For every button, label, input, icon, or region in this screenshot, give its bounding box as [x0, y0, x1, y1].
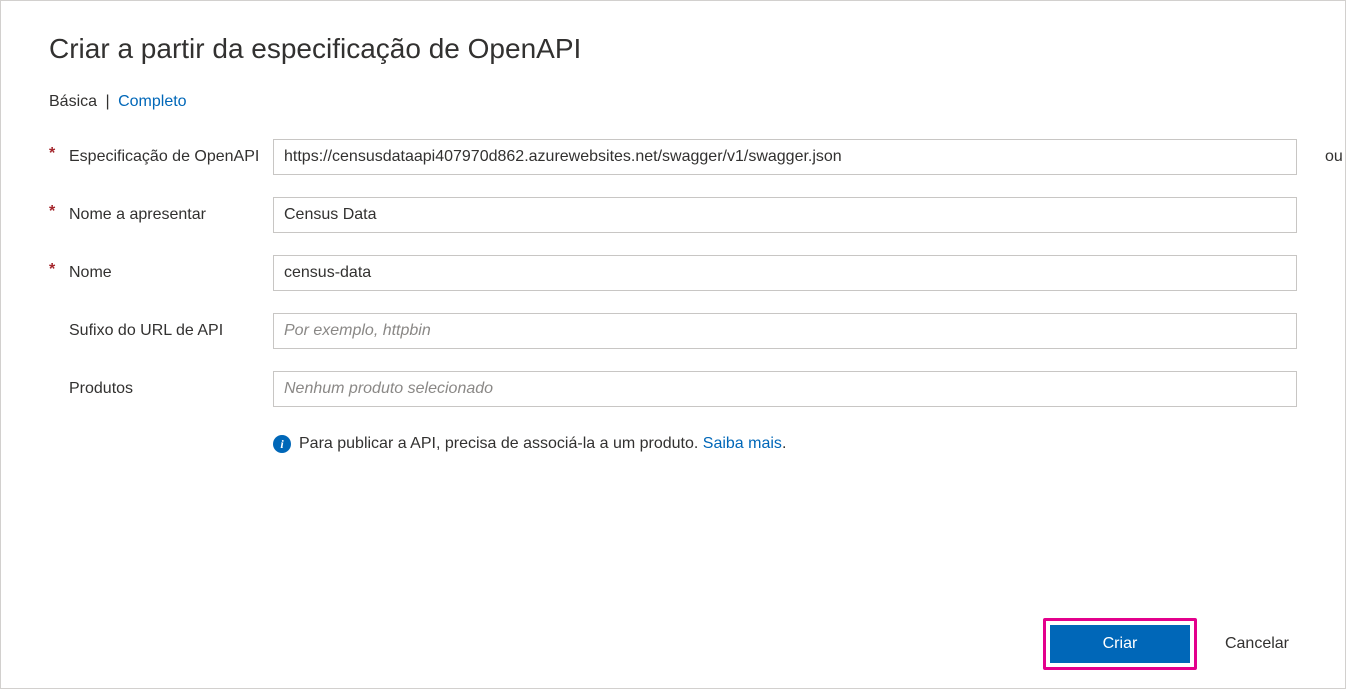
control-info: i Para publicar a API, precisa de associ… — [273, 429, 1297, 453]
row-info: i Para publicar a API, precisa de associ… — [49, 429, 1297, 453]
products-input[interactable] — [273, 371, 1297, 407]
label-name: * Nome — [49, 255, 273, 285]
create-api-dialog: Criar a partir da especificação de OpenA… — [0, 0, 1346, 689]
label-text-products: Produtos — [69, 377, 133, 401]
info-text: Para publicar a API, precisa de associá-… — [299, 435, 703, 452]
or-text: ou — [1325, 148, 1343, 166]
label-display-name: * Nome a apresentar — [49, 197, 273, 227]
row-name: * Nome — [49, 255, 1297, 291]
tab-basic[interactable]: Básica — [49, 93, 97, 110]
control-url-suffix — [273, 313, 1297, 349]
row-url-suffix: Sufixo do URL de API — [49, 313, 1297, 349]
label-products: Produtos — [49, 371, 273, 401]
label-text-url-suffix: Sufixo do URL de API — [69, 319, 223, 343]
openapi-spec-input[interactable] — [273, 139, 1297, 175]
required-marker: * — [49, 145, 69, 163]
create-button[interactable]: Criar — [1050, 625, 1190, 663]
label-info-spacer — [49, 429, 273, 435]
label-openapi-spec: * Especificação de OpenAPI — [49, 139, 273, 169]
info-link[interactable]: Saiba mais — [703, 435, 782, 452]
required-marker: * — [49, 203, 69, 221]
required-marker: * — [49, 261, 69, 279]
label-text-openapi-spec: Especificação de OpenAPI — [69, 145, 259, 169]
info-text-wrap: Para publicar a API, precisa de associá-… — [299, 435, 786, 453]
control-products — [273, 371, 1297, 407]
display-name-input[interactable] — [273, 197, 1297, 233]
row-display-name: * Nome a apresentar — [49, 197, 1297, 233]
label-text-display-name: Nome a apresentar — [69, 203, 206, 227]
info-icon: i — [273, 435, 291, 453]
name-input[interactable] — [273, 255, 1297, 291]
row-openapi-spec: * Especificação de OpenAPI ou Selecionar… — [49, 139, 1297, 175]
dialog-title: Criar a partir da especificação de OpenA… — [49, 33, 1297, 65]
label-url-suffix: Sufixo do URL de API — [49, 313, 273, 343]
row-products: Produtos — [49, 371, 1297, 407]
create-button-highlight: Criar — [1043, 618, 1197, 670]
control-openapi-spec: ou Selecionar um ficheiro — [273, 139, 1297, 175]
control-display-name — [273, 197, 1297, 233]
dialog-footer: Criar Cancelar — [1043, 618, 1297, 670]
info-dot: . — [782, 435, 786, 452]
view-tabs: Básica | Completo — [49, 93, 1297, 111]
url-suffix-input[interactable] — [273, 313, 1297, 349]
tab-complete[interactable]: Completo — [118, 93, 186, 110]
tab-separator: | — [105, 93, 109, 110]
cancel-button[interactable]: Cancelar — [1217, 625, 1297, 663]
control-name — [273, 255, 1297, 291]
label-text-name: Nome — [69, 261, 112, 285]
info-message: i Para publicar a API, precisa de associ… — [273, 435, 786, 453]
